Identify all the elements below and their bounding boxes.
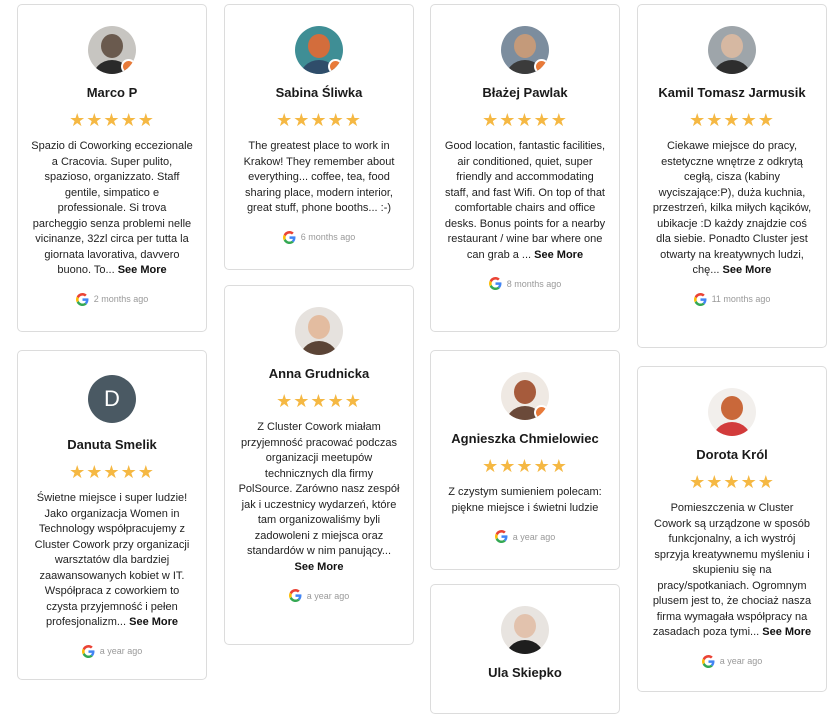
reviewer-name: Błażej Pawlak	[482, 85, 568, 100]
avatar-initial: D	[104, 386, 120, 411]
review-time: a year ago	[306, 590, 350, 601]
review-card: Marco P ★★★★★ Spazio di Coworking eccezi…	[17, 4, 207, 332]
review-text: The greatest place to work in Krakow! Th…	[225, 139, 413, 217]
review-time: 11 months ago	[711, 294, 771, 304]
review-time: a year ago	[99, 646, 143, 656]
google-badge-icon	[534, 59, 549, 74]
review-body: Ciekawe miejsce do pracy, estetyczne wnę…	[652, 140, 812, 276]
google-icon	[75, 292, 89, 306]
review-body: Good location, fantastic facilities, air…	[444, 140, 606, 261]
review-text: Świetne miejsce i super ludzie! Jako org…	[18, 491, 206, 631]
review-body: Pomieszczenia w Cluster Cowork są urządz…	[652, 502, 812, 638]
reviewer-avatar	[501, 372, 549, 420]
google-icon	[288, 589, 302, 602]
review-card: Kamil Tomasz Jarmusik ★★★★★ Ciekawe miej…	[637, 4, 827, 348]
reviewer-name: Sabina Śliwka	[275, 85, 363, 100]
review-footer: 2 months ago	[18, 292, 206, 306]
google-badge-icon	[328, 59, 343, 74]
rating-stars: ★★★★★	[689, 472, 775, 492]
google-icon	[282, 230, 296, 244]
review-text: Good location, fantastic facilities, air…	[431, 139, 619, 263]
google-icon	[81, 644, 95, 658]
review-text: Ciekawe miejsce do pracy, estetyczne wnę…	[638, 139, 826, 279]
review-time: 8 months ago	[506, 278, 562, 289]
google-icon	[701, 654, 715, 668]
review-card: Błażej Pawlak ★★★★★ Good location, fanta…	[430, 4, 620, 332]
reviewer-name: Ula Skiepko	[488, 665, 562, 680]
reviewer-name: Anna Grudnicka	[268, 366, 370, 381]
review-time: 6 months ago	[300, 232, 356, 242]
google-badge-icon	[121, 59, 136, 74]
see-more-link[interactable]: See More	[534, 249, 583, 261]
google-icon	[488, 277, 502, 290]
review-footer: 11 months ago	[638, 292, 826, 306]
review-card: Agnieszka Chmielowiec ★★★★★ Z czystym su…	[430, 350, 620, 570]
review-footer: 6 months ago	[225, 230, 413, 244]
reviewer-avatar: D	[88, 375, 136, 423]
google-icon	[494, 530, 508, 543]
review-text: Z Cluster Cowork miałam przyjemność prac…	[225, 420, 413, 575]
rating-stars: ★★★★★	[482, 110, 568, 130]
rating-stars: ★★★★★	[276, 110, 362, 130]
reviewer-name: Danuta Smelik	[67, 437, 157, 452]
review-text: Pomieszczenia w Cluster Cowork są urządz…	[638, 501, 826, 641]
rating-stars: ★★★★★	[69, 110, 155, 130]
review-text: Spazio di Coworking eccezionale a Cracov…	[18, 139, 206, 279]
review-footer: 8 months ago	[431, 277, 619, 290]
google-badge-icon	[534, 405, 549, 420]
review-card: Dorota Król ★★★★★ Pomieszczenia w Cluste…	[637, 366, 827, 692]
reviewer-avatar	[295, 26, 343, 74]
review-time: 2 months ago	[93, 294, 149, 304]
reviewer-avatar	[88, 26, 136, 74]
review-card: Anna Grudnicka ★★★★★ Z Cluster Cowork mi…	[224, 285, 414, 645]
reviewer-name: Kamil Tomasz Jarmusik	[658, 85, 806, 100]
see-more-link[interactable]: See More	[118, 264, 167, 276]
reviewer-avatar	[708, 388, 756, 436]
review-body: Z czystym sumieniem polecam: piękne miej…	[448, 486, 602, 514]
review-body: Z Cluster Cowork miałam przyjemność prac…	[238, 421, 400, 557]
review-card: Sabina Śliwka ★★★★★ The greatest place t…	[224, 4, 414, 270]
rating-stars: ★★★★★	[482, 456, 568, 476]
review-footer: a year ago	[638, 654, 826, 668]
review-time: a year ago	[512, 531, 556, 542]
review-body: The greatest place to work in Krakow! Th…	[243, 140, 395, 214]
review-footer: a year ago	[225, 589, 413, 602]
rating-stars: ★★★★★	[276, 391, 362, 411]
see-more-link[interactable]: See More	[723, 264, 772, 276]
review-body: Świetne miejsce i super ludzie! Jako org…	[34, 492, 190, 628]
see-more-link[interactable]: See More	[295, 561, 344, 573]
reviewer-avatar	[708, 26, 756, 74]
review-footer: a year ago	[18, 644, 206, 658]
review-card: D Danuta Smelik ★★★★★ Świetne miejsce i …	[17, 350, 207, 680]
review-time: a year ago	[719, 656, 763, 666]
google-icon	[693, 292, 707, 306]
rating-stars: ★★★★★	[689, 110, 775, 130]
reviewer-avatar	[295, 307, 343, 355]
reviewer-name: Dorota Król	[696, 447, 768, 462]
reviewer-name: Marco P	[86, 85, 138, 100]
see-more-link[interactable]: See More	[129, 616, 178, 628]
reviewer-avatar	[501, 26, 549, 74]
rating-stars: ★★★★★	[69, 462, 155, 482]
reviewer-avatar	[501, 606, 549, 654]
review-body: Spazio di Coworking eccezionale a Cracov…	[31, 140, 193, 276]
review-text: Z czystym sumieniem polecam: piękne miej…	[431, 485, 619, 516]
reviewer-name: Agnieszka Chmielowiec	[451, 431, 599, 446]
review-footer: a year ago	[431, 530, 619, 543]
see-more-link[interactable]: See More	[762, 626, 811, 638]
